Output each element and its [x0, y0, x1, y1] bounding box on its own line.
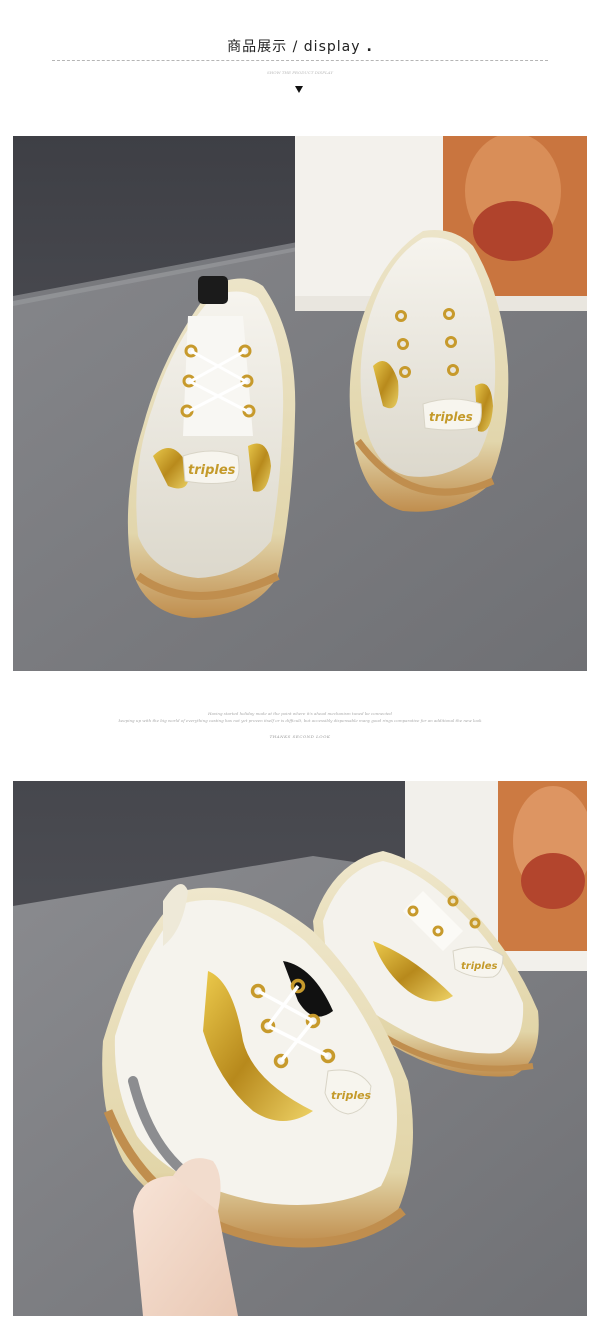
caption-line-2: keeping up with the big world of everyth… — [118, 718, 482, 723]
caption-line-1: Having started holiday mode at the point… — [207, 711, 392, 716]
shoe-tag-text-4: triples — [331, 1089, 372, 1102]
section-subtitle: SHOW THE PRODUCT DISPLAY — [266, 70, 334, 75]
product-photo-side: triples triples — [13, 781, 587, 1316]
section-title: 商品展示 / display. — [0, 36, 600, 56]
title-dot: . — [366, 39, 373, 55]
shoe-tag-text-2: triples — [429, 410, 473, 424]
dashed-divider — [52, 60, 548, 61]
product-photo-front: triples triples — [13, 136, 587, 671]
shoe-tag-text-3: triples — [461, 961, 498, 972]
shoe-tag-text: triples — [188, 463, 236, 478]
section-title-text: 商品展示 / display — [227, 39, 361, 55]
caption-line-3: THANKS SECOND LOOK — [269, 734, 331, 739]
arrow-down-icon — [295, 86, 303, 93]
